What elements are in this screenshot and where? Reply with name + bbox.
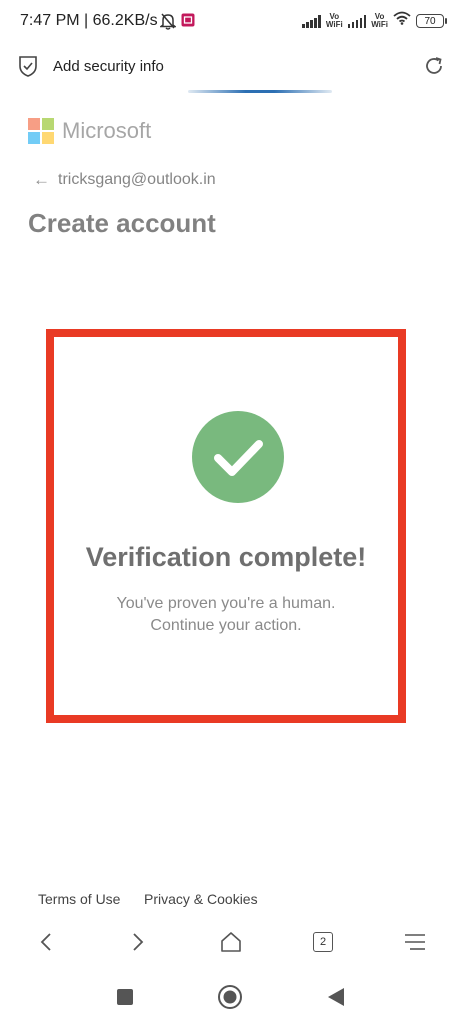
chevron-right-icon — [133, 933, 144, 951]
status-bar: 7:47 PM | 66.2KB/s Vo WiFi Vo WiFi 70 — [0, 0, 461, 42]
back-button[interactable] — [32, 928, 60, 956]
forward-button[interactable] — [124, 928, 152, 956]
circle-icon — [218, 985, 242, 1009]
brand-name: Microsoft — [62, 118, 152, 143]
chevron-left-icon — [40, 933, 51, 951]
verification-heading: Verification complete! — [85, 542, 367, 572]
microsoft-logo: Microsoft — [28, 118, 151, 144]
square-icon — [117, 989, 133, 1005]
microsoft-grid-icon — [28, 118, 54, 144]
back-nav-button[interactable] — [323, 984, 349, 1010]
mute-bell-icon — [158, 12, 178, 35]
reload-icon[interactable] — [423, 55, 445, 77]
account-email: tricksgang@outlook.in — [58, 171, 216, 188]
home-nav-button[interactable] — [217, 984, 243, 1010]
browser-toolbar: 2 — [0, 918, 461, 966]
tabs-button[interactable]: 2 — [309, 928, 337, 956]
tab-count: 2 — [313, 932, 333, 952]
verification-message-2: Continue your action. — [150, 617, 302, 634]
back-arrow-icon[interactable]: ← — [33, 170, 50, 190]
vowifi-2-label: Vo WiFi — [371, 11, 388, 29]
browser-header: Add security info — [0, 46, 461, 90]
battery-icon: 70 — [416, 13, 447, 28]
privacy-cookies-link[interactable]: Privacy & Cookies — [144, 891, 258, 907]
verification-message-1: You've proven you're a human. — [116, 595, 336, 612]
menu-button[interactable] — [401, 928, 429, 956]
home-button[interactable] — [217, 928, 245, 956]
system-navigation — [0, 970, 461, 1024]
status-indicators: Vo WiFi Vo WiFi 70 — [302, 11, 447, 30]
checkmark-icon — [192, 411, 284, 503]
triangle-back-icon — [328, 988, 344, 1006]
shield-check-icon[interactable] — [18, 55, 38, 77]
create-account-title: Create account — [28, 208, 216, 238]
vowifi-1-label: Vo WiFi — [325, 11, 343, 29]
page-load-progress — [188, 90, 332, 93]
home-icon — [221, 932, 241, 952]
menu-icon — [405, 934, 425, 950]
recents-button[interactable] — [112, 984, 138, 1010]
back-email-row[interactable]: ← tricksgang@outlook.in — [33, 170, 216, 190]
page-title: Add security info — [53, 58, 164, 75]
wifi-icon — [393, 11, 411, 30]
app-notification-icon — [181, 13, 195, 32]
signal-2-icon — [347, 14, 367, 28]
terms-of-use-link[interactable]: Terms of Use — [38, 891, 120, 907]
status-time-speed: 7:47 PM | 66.2KB/s — [20, 12, 158, 29]
signal-1-icon — [302, 14, 321, 28]
verification-panel: Verification complete! You've proven you… — [46, 329, 406, 723]
battery-level: 70 — [416, 13, 444, 28]
